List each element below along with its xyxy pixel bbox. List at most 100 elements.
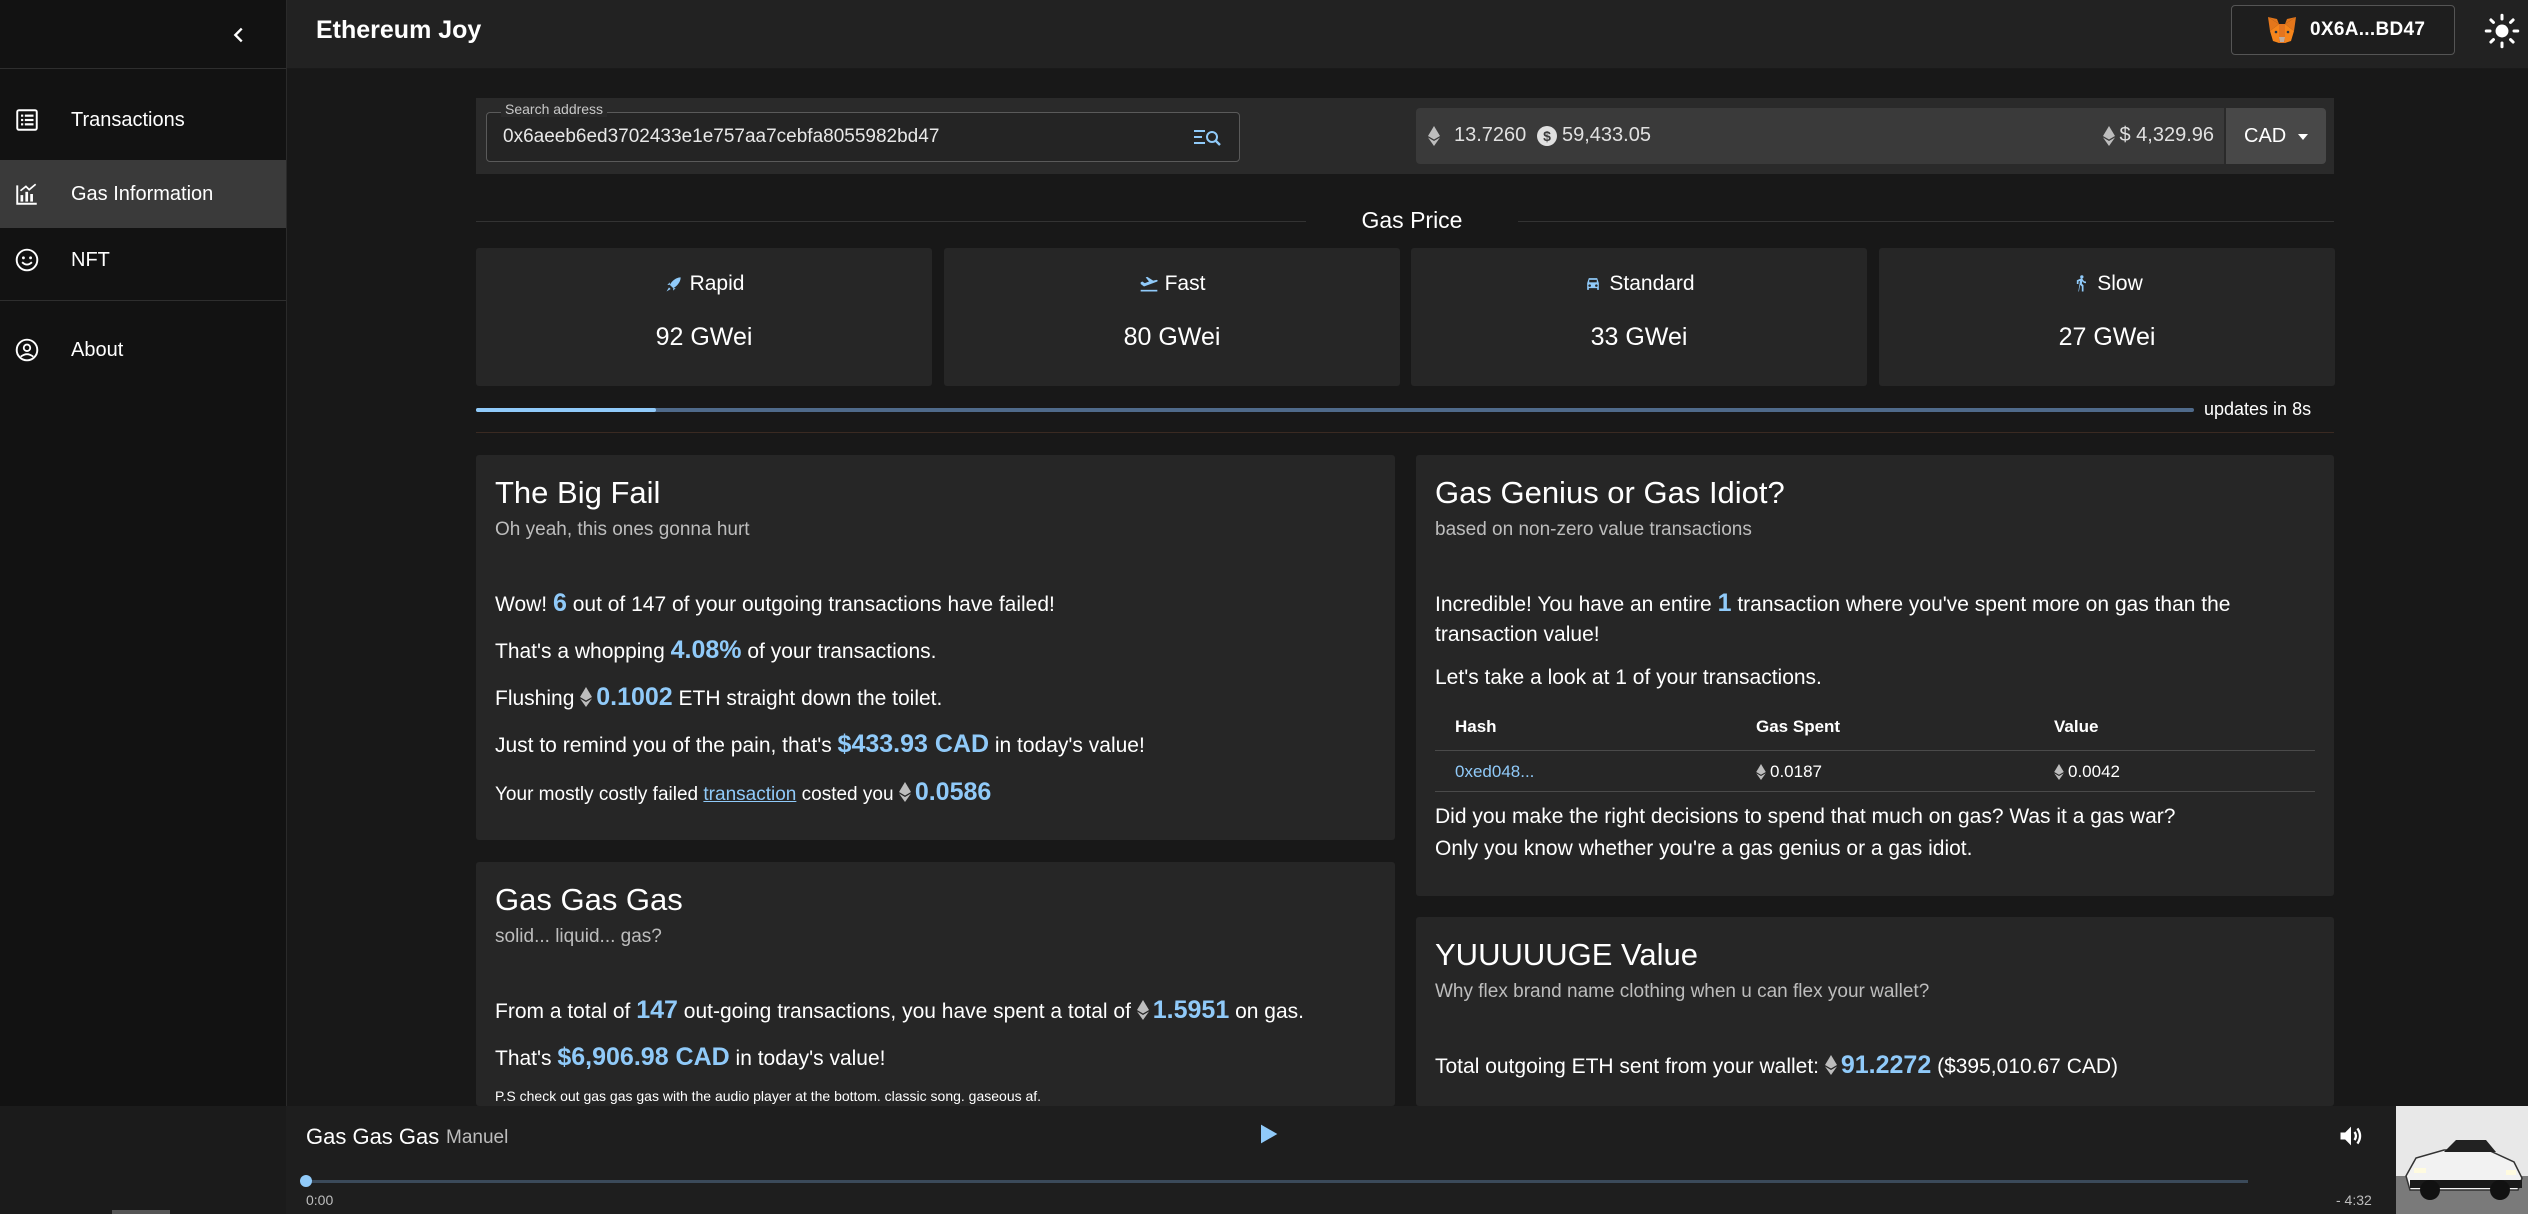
album-art-image: [2396, 1106, 2528, 1214]
search-address-field[interactable]: Search address 0x6aeeb6ed3702433e1e757aa…: [486, 101, 1240, 162]
ethereum-icon: [1136, 1000, 1149, 1020]
app-title: Ethereum Joy: [316, 16, 482, 44]
card-title: Gas Gas Gas: [495, 882, 683, 917]
sidebar: Transactions Gas Information NFT About: [0, 0, 287, 1106]
sidebar-item-label: About: [71, 338, 124, 361]
search-list-icon[interactable]: [1193, 125, 1223, 149]
sidebar-item-label: Transactions: [71, 108, 185, 131]
wallet-address: 0X6A...BD47: [2310, 19, 2426, 40]
track-artist: Manuel: [446, 1127, 509, 1148]
play-icon[interactable]: [1254, 1120, 1282, 1148]
total-gas-eth: 1.5951: [1152, 996, 1230, 1024]
chart-icon: [16, 183, 37, 205]
text: on gas.: [1235, 1000, 1304, 1023]
collapse-sidebar-button[interactable]: [222, 18, 256, 52]
gas-gas-gas-card: Gas Gas Gas solid... liquid... gas? From…: [476, 862, 1395, 1106]
sidebar-item-nft[interactable]: NFT: [0, 226, 286, 294]
failed-percent: 4.08%: [670, 636, 742, 664]
gas-tier-rapid: Rapid 92 GWei: [476, 248, 932, 386]
wallet-connect-button[interactable]: 0X6A...BD47: [2231, 5, 2455, 55]
gas-tier-label: Standard: [1609, 272, 1695, 295]
rocket-icon: [666, 277, 681, 292]
text: ETH straight down the toilet.: [678, 687, 943, 710]
theme-toggle-button[interactable]: [2484, 13, 2520, 49]
gas-fiat-line: That's $6,906.98 CAD in today's value!: [495, 1043, 885, 1072]
usd-balance: $ 59,433.05: [1536, 124, 1651, 147]
gas-tier-value: 92 GWei: [655, 323, 753, 351]
playback-progress-track[interactable]: [306, 1180, 2248, 1183]
balance-display: 13.7260 $ 59,433.05 $ 4,329.96: [1416, 108, 2224, 164]
failed-eth-amount: 0.1002: [596, 683, 673, 711]
smiley-icon: [15, 248, 39, 272]
list-icon: [16, 109, 38, 131]
transaction-link[interactable]: transaction: [703, 784, 796, 805]
search-address-input[interactable]: 0x6aeeb6ed3702433e1e757aa7cebfa8055982bd…: [503, 126, 939, 148]
gas-genius-card: Gas Genius or Gas Idiot? based on non-ze…: [1416, 455, 2334, 896]
section-divider: [476, 432, 2334, 433]
sidebar-item-label: NFT: [71, 248, 110, 271]
card-title: YUUUUUGE Value: [1435, 937, 1699, 972]
gas-fiat-value: $6,906.98 CAD: [557, 1043, 730, 1071]
look-line: Let's take a look at 1 of your transacti…: [1435, 666, 1822, 689]
text: out-going transactions, you have spent a…: [683, 1000, 1131, 1023]
playback-slider-thumb[interactable]: [300, 1175, 312, 1187]
overspent-line: Incredible! You have an entire 1 transac…: [1435, 589, 2230, 618]
failed-count: 6: [552, 589, 567, 617]
eth-balance: 13.7260: [1428, 124, 1526, 147]
gas-tier-label: Rapid: [689, 272, 745, 295]
tx-hash-link[interactable]: 0xed048...: [1455, 762, 1534, 782]
ethereum-icon: [1824, 1055, 1837, 1075]
overspent-count: 1: [1717, 589, 1732, 617]
yuge-value-card: YUUUUUGE Value Why flex brand name cloth…: [1416, 917, 2334, 1106]
card-title: Gas Genius or Gas Idiot?: [1435, 475, 1785, 510]
gas-tier-value: 27 GWei: [2058, 323, 2156, 351]
outgoing-count: 147: [636, 996, 678, 1024]
metamask-fox-icon: [2268, 17, 2296, 43]
text: From a total of: [495, 1000, 631, 1023]
card-subtitle: Oh yeah, this ones gonna hurt: [495, 519, 750, 540]
sidebar-item-gas-information[interactable]: Gas Information: [0, 160, 286, 228]
album-art: [2396, 1106, 2528, 1214]
decision-line: Did you make the right decisions to spen…: [1435, 805, 2176, 828]
failed-fiat-value: $433.93 CAD: [837, 730, 990, 758]
search-panel: Search address 0x6aeeb6ed3702433e1e757aa…: [476, 98, 2334, 174]
car-icon: [1587, 278, 1600, 290]
gas-tier-label: Slow: [2097, 272, 2143, 295]
failed-value-line: Just to remind you of the pain, that's $…: [495, 730, 1145, 759]
text: in today's value!: [994, 734, 1145, 757]
sidebar-item-transactions[interactable]: Transactions: [0, 86, 286, 154]
update-countdown: updates in 8s: [2204, 399, 2312, 419]
search-address-label: Search address: [501, 101, 608, 117]
table-header-divider: [1435, 750, 2315, 751]
text: costed you: [801, 784, 894, 805]
svg-text:$: $: [1543, 128, 1551, 144]
table-header-gas-spent: Gas Spent: [1756, 717, 1841, 736]
update-progress-fill: [476, 408, 657, 412]
audio-player: Gas Gas Gas Manuel 0:00 - 4:32: [0, 1106, 2528, 1214]
text: Your mostly costly failed: [495, 784, 699, 805]
total-sent-eth: 91.2272: [1840, 1051, 1932, 1079]
sidebar-item-about[interactable]: About: [0, 316, 286, 384]
plane-icon: [1140, 276, 1158, 292]
text: in today's value!: [735, 1047, 886, 1070]
ethereum-icon: [898, 782, 911, 802]
text: ($395,010.67 CAD): [1937, 1055, 2119, 1078]
volume-icon[interactable]: [2337, 1122, 2365, 1150]
walk-icon: [2077, 275, 2087, 292]
top-app-bar: Ethereum Joy 0X6A...BD47: [287, 0, 2528, 69]
update-progress-bar: [476, 408, 2194, 412]
currency-select[interactable]: CAD: [2226, 108, 2326, 164]
ethereum-icon: [2054, 764, 2064, 780]
ethereum-icon: [1428, 125, 1440, 146]
tx-value: 0.0042: [2068, 762, 2120, 781]
failed-percent-line: That's a whopping 4.08% of your transact…: [495, 636, 936, 665]
dollar-coin-icon: $: [1537, 125, 1557, 146]
big-fail-card: The Big Fail Oh yeah, this ones gonna hu…: [476, 455, 1395, 840]
genius-line: Only you know whether you're a gas geniu…: [1435, 837, 1973, 860]
card-subtitle: solid... liquid... gas?: [495, 926, 662, 947]
total-gas-line: From a total of 147 out-going transactio…: [495, 996, 1304, 1025]
player-drag-handle[interactable]: [112, 1210, 170, 1214]
ethereum-icon: [1756, 764, 1766, 780]
text: Incredible! You have an entire: [1435, 593, 1712, 616]
costliest-failed-line: Your mostly costly failed transaction co…: [495, 778, 991, 807]
